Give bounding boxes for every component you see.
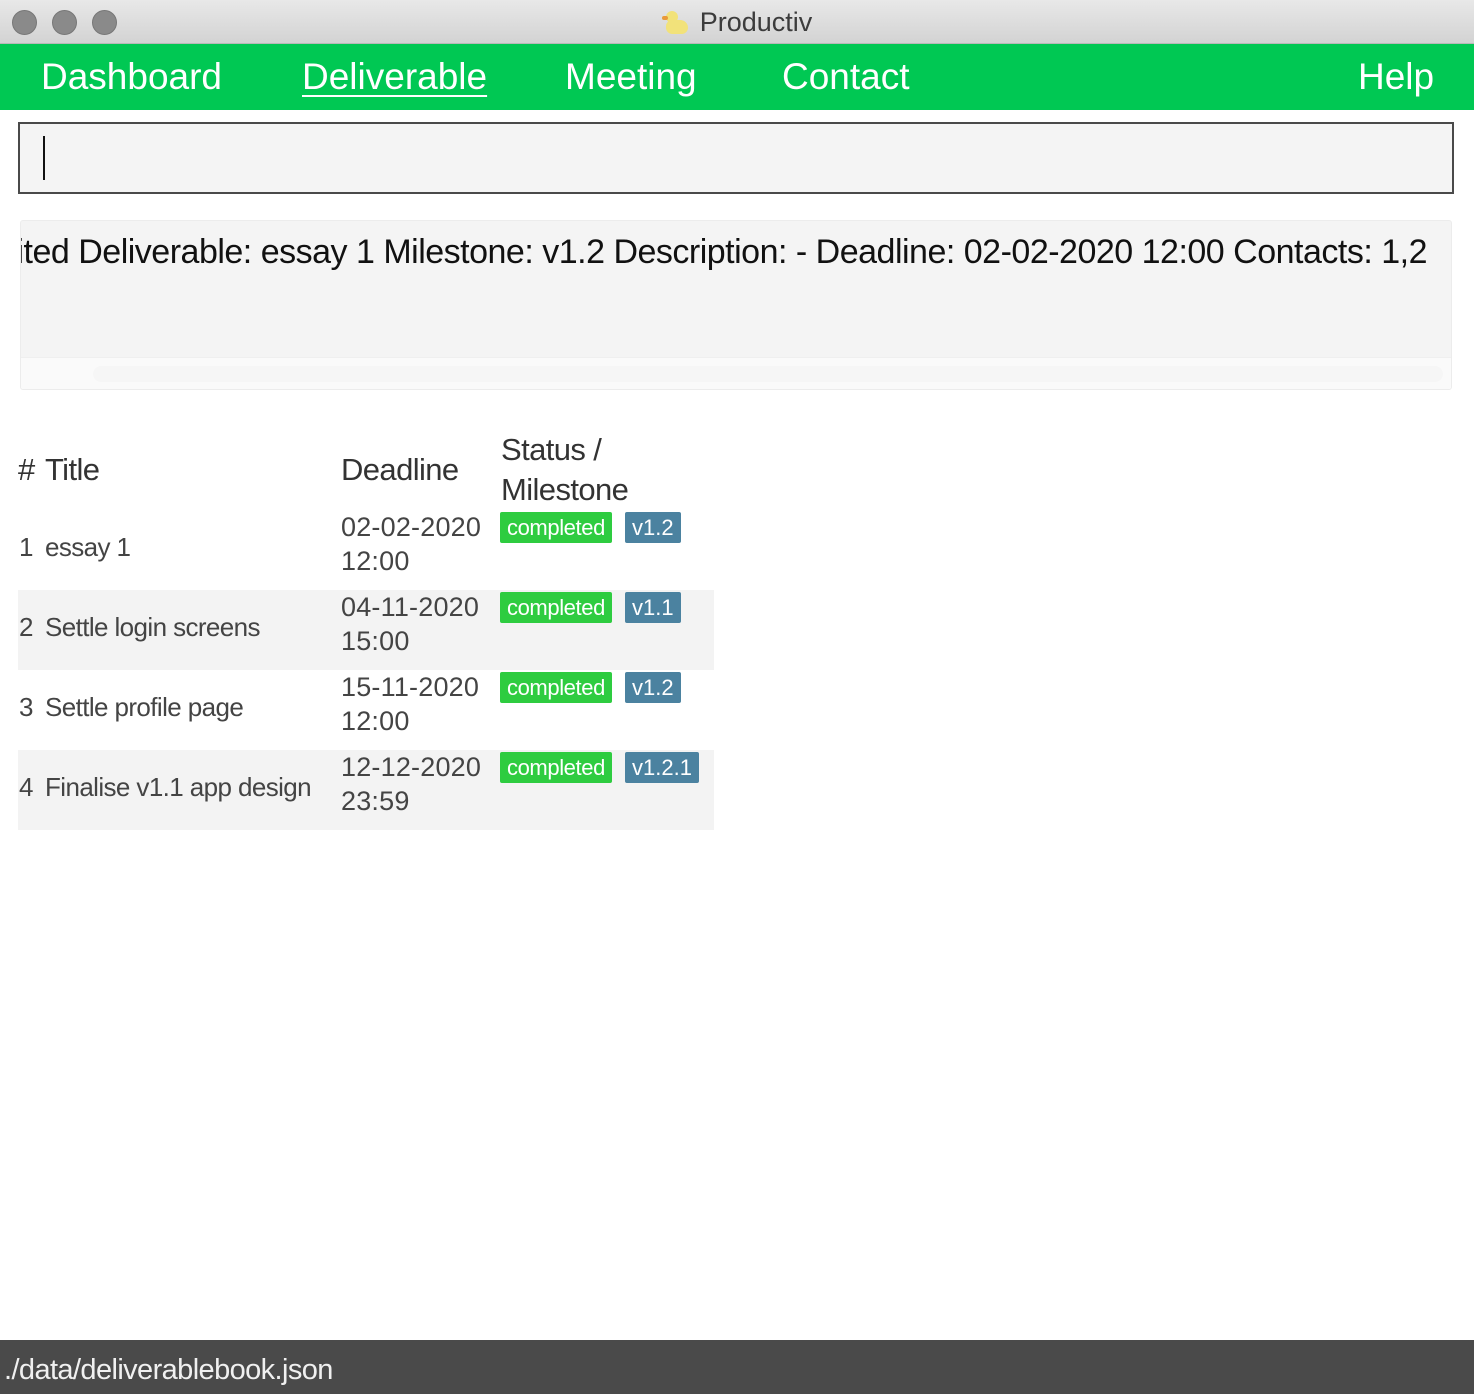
milestone-badge: v1.2 [625, 672, 681, 703]
deadline-time: 15:00 [341, 626, 410, 656]
command-input[interactable] [50, 124, 1440, 192]
row-title: essay 1 [45, 532, 131, 562]
horizontal-scrollbar[interactable] [21, 357, 1451, 389]
row-title: Settle profile page [45, 692, 244, 722]
app-window: Productiv Dashboard Deliverable Meeting … [0, 0, 1474, 1394]
tab-contact[interactable]: Contact [782, 44, 910, 110]
status-badge: completed [500, 672, 612, 703]
status-badge: completed [500, 752, 612, 783]
result-message: Edited Deliverable: essay 1 Milestone: v… [20, 233, 1428, 271]
tab-deliverable[interactable]: Deliverable [302, 44, 487, 110]
status-badge: completed [500, 512, 612, 543]
row-title: Settle login screens [45, 612, 261, 642]
window-title: Productiv [699, 6, 813, 37]
status-bar: ./data/deliverablebook.json [0, 1340, 1474, 1394]
header-milestone-line: Milestone [501, 472, 629, 507]
table-row[interactable]: 4 Finalise v1.1 app design 12-12-2020 23… [18, 750, 714, 830]
tab-dashboard[interactable]: Dashboard [41, 44, 222, 110]
nav-bar: Dashboard Deliverable Meeting Contact He… [0, 44, 1474, 110]
row-index: 1 [19, 532, 34, 562]
row-deadline: 04-11-2020 15:00 [341, 590, 501, 658]
header-status-milestone: Status / Milestone [501, 430, 661, 510]
table-row[interactable]: 2 Settle login screens 04-11-2020 15:00 … [18, 590, 714, 670]
deadline-date: 02-02-2020 [341, 512, 482, 542]
header-deadline: Deadline [341, 452, 459, 487]
milestone-badge: v1.2.1 [625, 752, 699, 783]
duck-icon [661, 8, 690, 36]
row-index: 4 [19, 772, 34, 802]
deadline-date: 12-12-2020 [341, 752, 482, 782]
deadline-date: 04-11-2020 [341, 592, 480, 622]
tab-meeting[interactable]: Meeting [565, 44, 697, 110]
deadline-date: 15-11-2020 [341, 672, 480, 702]
row-index: 3 [19, 692, 34, 722]
deadline-time: 12:00 [341, 706, 410, 736]
status-badge: completed [500, 592, 612, 623]
table-row[interactable]: 1 essay 1 02-02-2020 12:00 completed v1.… [18, 510, 714, 590]
header-title: Title [45, 452, 100, 487]
text-caret [43, 136, 45, 180]
table-header: # Title Deadline Status / Milestone [18, 428, 714, 510]
table-row[interactable]: 3 Settle profile page 15-11-2020 12:00 c… [18, 670, 714, 750]
tab-help[interactable]: Help [1358, 44, 1434, 110]
row-deadline: 12-12-2020 23:59 [341, 750, 501, 818]
title-bar: Productiv [0, 0, 1474, 44]
deadline-time: 23:59 [341, 786, 410, 816]
window-title-group: Productiv [0, 0, 1474, 44]
header-status-line: Status / [501, 432, 602, 467]
row-deadline: 15-11-2020 12:00 [341, 670, 501, 738]
row-title: Finalise v1.1 app design [45, 772, 312, 802]
deliverable-table: # Title Deadline Status / Milestone 1 es… [18, 428, 714, 830]
header-index: # [18, 452, 35, 487]
storage-file-path: ./data/deliverablebook.json [4, 1354, 333, 1386]
scrollbar-thumb[interactable] [93, 366, 1443, 382]
milestone-badge: v1.2 [625, 512, 681, 543]
row-deadline: 02-02-2020 12:00 [341, 510, 501, 578]
milestone-badge: v1.1 [625, 592, 681, 623]
deadline-time: 12:00 [341, 546, 410, 576]
row-index: 2 [19, 612, 34, 642]
command-box[interactable] [18, 122, 1454, 194]
result-display: Edited Deliverable: essay 1 Milestone: v… [20, 220, 1452, 390]
